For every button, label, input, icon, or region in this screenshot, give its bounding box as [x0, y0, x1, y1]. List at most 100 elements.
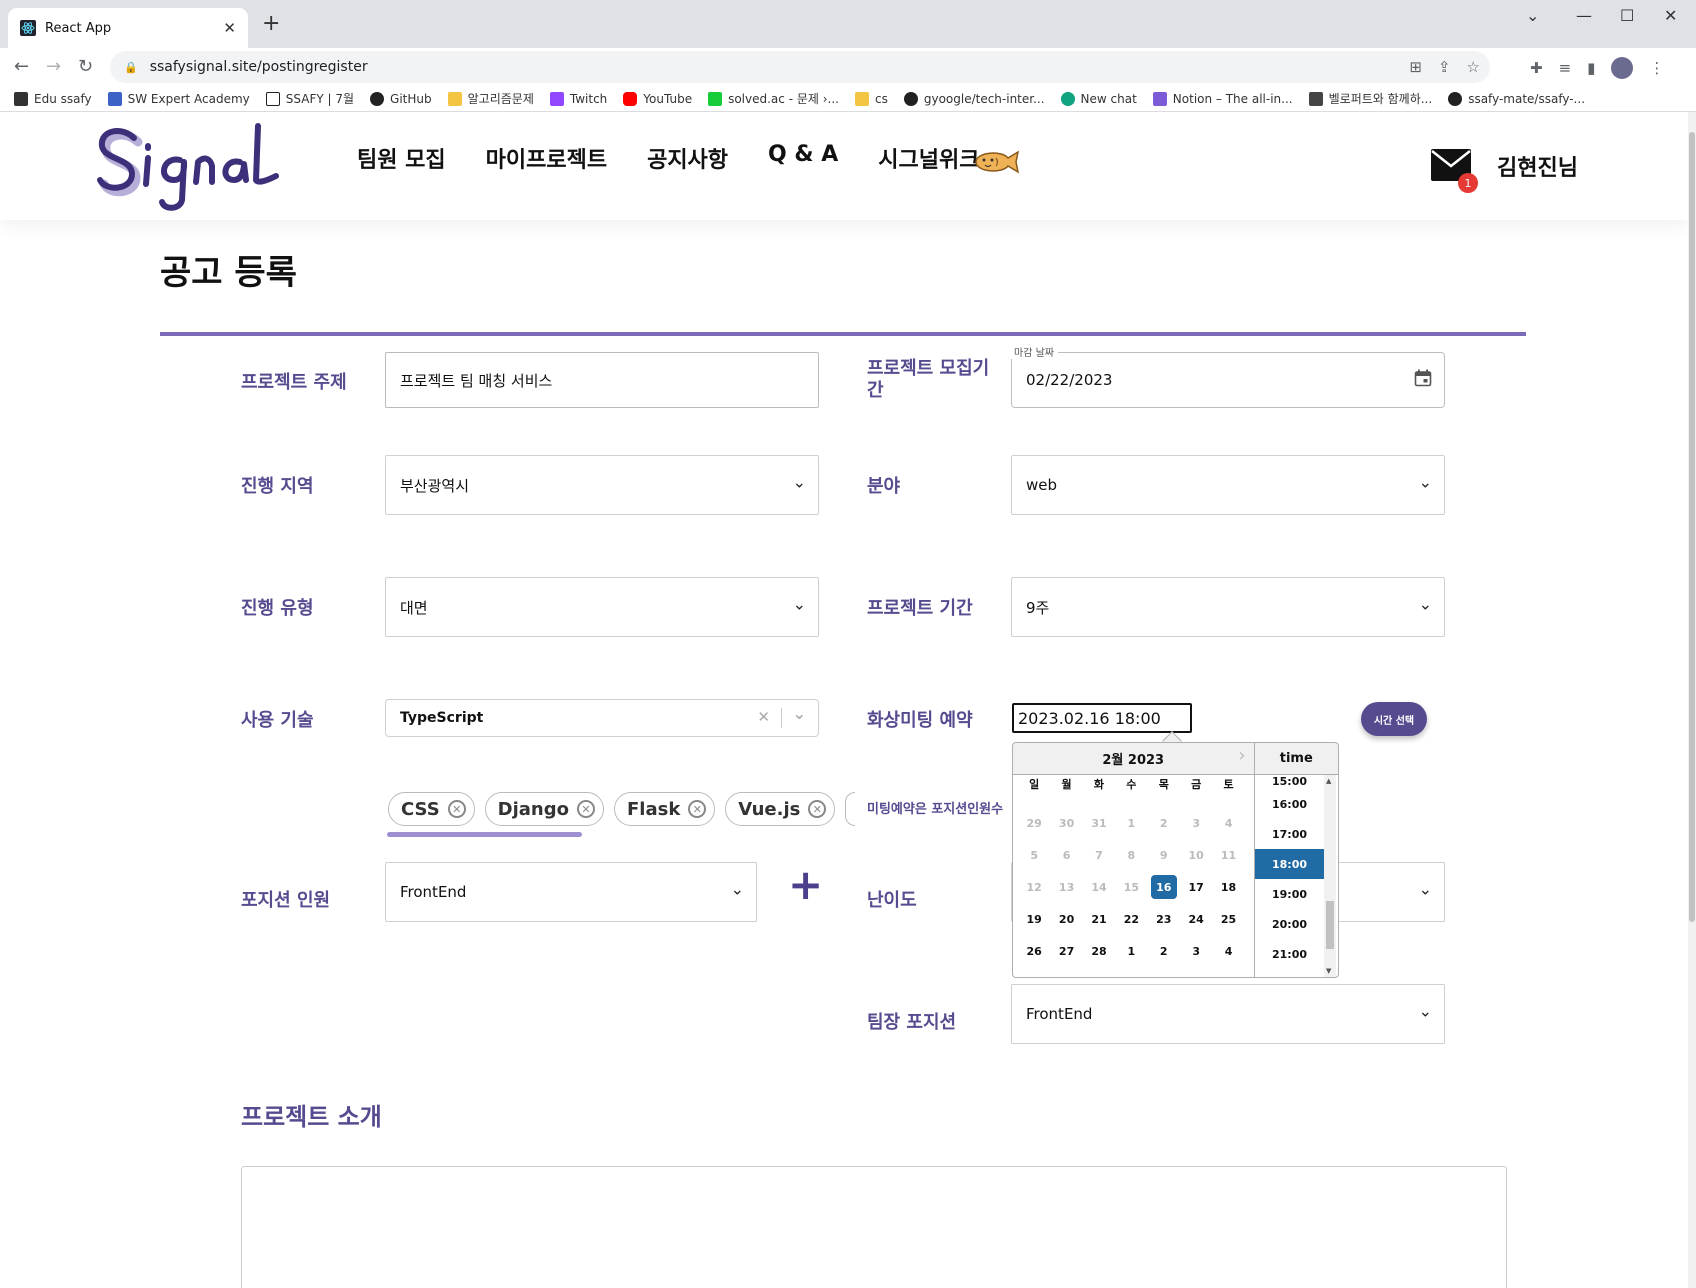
nav-notice[interactable]: 공지사항: [647, 142, 728, 174]
browser-tab[interactable]: React App ✕: [8, 8, 248, 48]
day-cell[interactable]: 3: [1180, 936, 1212, 968]
bookmark-item[interactable]: gyoogle/tech-inter...: [903, 91, 1045, 106]
time-option-selected[interactable]: 18:00: [1254, 849, 1325, 879]
day-cell[interactable]: 28: [1083, 936, 1115, 968]
chevron-down-icon[interactable]: ⌄: [793, 704, 806, 723]
day-cell[interactable]: 19: [1018, 904, 1050, 936]
type-select[interactable]: 대면: [385, 577, 819, 637]
chips-scrollbar[interactable]: [387, 832, 582, 837]
day-cell[interactable]: 26: [1018, 936, 1050, 968]
day-cell[interactable]: 2: [1148, 936, 1180, 968]
tech-select[interactable]: TypeScript ✕ ⌄: [385, 699, 819, 737]
day-cell: 15: [1123, 880, 1140, 894]
close-window-icon[interactable]: ✕: [1664, 6, 1677, 25]
profile-avatar[interactable]: [1611, 57, 1634, 79]
remove-chip-icon[interactable]: ✕: [577, 800, 595, 818]
day-cell[interactable]: 21: [1083, 904, 1115, 936]
day-cell[interactable]: 24: [1180, 904, 1212, 936]
sidepanel-icon[interactable]: ▮: [1587, 59, 1595, 77]
bookmark-item[interactable]: YouTube: [623, 91, 692, 106]
time-option[interactable]: 15:00: [1255, 775, 1325, 789]
extensions-icon[interactable]: ✚: [1530, 59, 1543, 77]
time-scroll-thumb[interactable]: [1326, 901, 1334, 949]
forward-icon[interactable]: →: [46, 56, 61, 77]
signal-logo[interactable]: [92, 118, 282, 214]
leader-select[interactable]: FrontEnd: [1011, 984, 1445, 1044]
scroll-down-icon[interactable]: ▼: [1326, 967, 1331, 975]
nav-my-project[interactable]: 마이프로젝트: [486, 142, 607, 174]
new-tab-icon[interactable]: +: [262, 11, 280, 36]
chevron-down-icon[interactable]: ⌄: [1526, 6, 1539, 25]
clear-icon[interactable]: ✕: [757, 708, 770, 726]
time-select-button[interactable]: 시간 선택: [1361, 702, 1427, 736]
back-icon[interactable]: ←: [14, 56, 29, 77]
bookmark-item[interactable]: cs: [854, 91, 888, 106]
page-scrollbar[interactable]: [1688, 112, 1696, 1288]
remove-chip-icon[interactable]: ✕: [688, 800, 707, 818]
calendar-icon[interactable]: [1414, 369, 1432, 387]
field-select[interactable]: web: [1011, 455, 1445, 515]
bookmark-item[interactable]: New chat: [1060, 91, 1137, 106]
bookmark-item[interactable]: Edu ssafy: [14, 91, 92, 106]
time-option[interactable]: 19:00: [1255, 879, 1325, 909]
time-list: 15:00 16:00 17:00 18:00 19:00 20:00 21:0…: [1254, 775, 1325, 977]
reload-icon[interactable]: ↻: [78, 56, 93, 77]
duration-select[interactable]: 9주: [1011, 577, 1445, 637]
day-cell[interactable]: 1: [1115, 936, 1147, 968]
site-header: 팀원 모집 마이프로젝트 공지사항 Q & A 시그널위크 1 김현진님: [0, 112, 1688, 220]
next-month-icon[interactable]: ›: [1238, 745, 1245, 766]
folder-icon: [447, 91, 462, 106]
remove-chip-icon[interactable]: ✕: [808, 800, 827, 818]
bookmark-item[interactable]: SW Expert Academy: [107, 91, 250, 106]
translate-icon[interactable]: ⊞: [1409, 58, 1422, 76]
username[interactable]: 김현진님: [1497, 150, 1578, 182]
day-cell[interactable]: 20: [1050, 904, 1082, 936]
day-cell[interactable]: 17: [1180, 871, 1212, 903]
region-select[interactable]: 부산광역시: [385, 455, 819, 515]
nav-recruit[interactable]: 팀원 모집: [357, 142, 446, 174]
close-tab-icon[interactable]: ✕: [223, 19, 236, 37]
time-option[interactable]: 17:00: [1255, 819, 1325, 849]
bookmark-item[interactable]: solved.ac - 문제 ›...: [708, 90, 839, 107]
intro-textarea[interactable]: [241, 1166, 1507, 1288]
meeting-datetime-input[interactable]: 2023.02.16 18:00: [1012, 703, 1192, 733]
media-icon[interactable]: ≡: [1559, 59, 1572, 77]
deadline-date-input[interactable]: 02/22/2023: [1011, 352, 1445, 408]
day-cell-selected[interactable]: 16: [1150, 875, 1177, 900]
position-select[interactable]: FrontEnd: [385, 862, 757, 922]
maximize-icon[interactable]: ☐: [1620, 6, 1634, 25]
minimize-icon[interactable]: —: [1576, 6, 1592, 25]
time-scrollbar[interactable]: ▲ ▼: [1324, 775, 1336, 977]
share-icon[interactable]: ⇪: [1438, 58, 1451, 76]
tech-value: TypeScript: [400, 710, 484, 726]
day-cell[interactable]: 27: [1050, 936, 1082, 968]
star-icon[interactable]: ☆: [1467, 58, 1480, 76]
scroll-up-icon[interactable]: ▲: [1326, 777, 1331, 785]
bookmark-item[interactable]: 알고리즘문제: [447, 90, 534, 107]
address-bar[interactable]: 🔒 ssafysignal.site/postingregister ⊞ ⇪ ☆: [110, 51, 1490, 83]
day-cell[interactable]: 18: [1212, 871, 1244, 903]
time-option[interactable]: 21:00: [1255, 939, 1325, 969]
day-cell[interactable]: 4: [1212, 936, 1244, 968]
bookmark-item[interactable]: ssafy-mate/ssafy-...: [1448, 91, 1585, 106]
add-position-icon[interactable]: +: [788, 864, 823, 906]
fish-bread-icon[interactable]: [972, 148, 1020, 176]
page-scroll-thumb[interactable]: [1689, 132, 1695, 922]
day-cell[interactable]: 22: [1115, 904, 1147, 936]
bookmark-item[interactable]: Notion – The all-in...: [1152, 91, 1293, 106]
time-option[interactable]: 20:00: [1255, 909, 1325, 939]
menu-icon[interactable]: ⋮: [1649, 59, 1664, 77]
day-cell[interactable]: 23: [1148, 904, 1180, 936]
nav-signal-week[interactable]: 시그널위크: [878, 142, 979, 174]
bookmark-item[interactable]: GitHub: [370, 91, 432, 106]
bookmark-item[interactable]: SSAFY | 7월: [265, 90, 354, 107]
twitch-icon: [549, 91, 564, 106]
position-label: 포지션 인원: [241, 890, 331, 911]
time-option[interactable]: 16:00: [1255, 789, 1325, 819]
remove-chip-icon[interactable]: ✕: [447, 800, 466, 818]
nav-qna[interactable]: Q & A: [768, 142, 838, 174]
day-cell[interactable]: 25: [1212, 904, 1244, 936]
subject-input[interactable]: 프로젝트 팀 매칭 서비스: [385, 352, 819, 408]
bookmark-item[interactable]: 벨로퍼트와 함께하...: [1308, 90, 1432, 107]
bookmark-item[interactable]: Twitch: [549, 91, 607, 106]
